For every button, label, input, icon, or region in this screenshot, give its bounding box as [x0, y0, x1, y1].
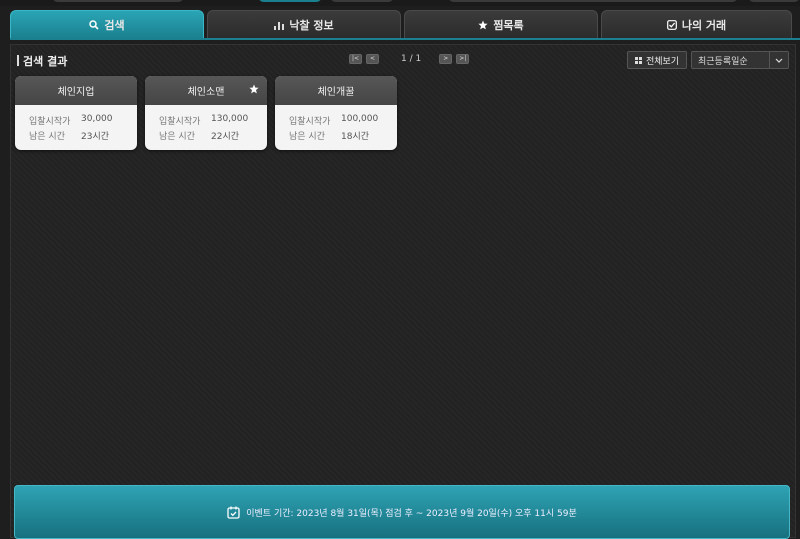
card-title: 체인지업	[57, 87, 95, 98]
search-icon	[89, 20, 99, 30]
time-left-label: 남은 시간	[29, 132, 65, 142]
card-title: 체인개꿀	[317, 87, 355, 98]
card-header: 체인개꿀	[275, 76, 397, 105]
card-header: 체인소맨	[145, 76, 267, 105]
star-icon[interactable]	[249, 84, 259, 97]
top-field-edge[interactable]	[448, 0, 738, 2]
sort-selected-value: 최근등록일순	[698, 57, 748, 67]
card-header: 체인지업	[15, 76, 137, 105]
start-bid-label: 입찰시작가	[29, 117, 71, 127]
last-page-button[interactable]: >|	[456, 54, 470, 64]
tab-my-trades-label: 나의 거래	[681, 19, 727, 32]
grid-icon	[634, 56, 642, 64]
event-period-text: 이벤트 기간: 2023년 8월 31일(목) 점검 후 ~ 2023년 9월 …	[246, 508, 577, 519]
sort-select[interactable]: 최근등록일순	[691, 51, 789, 69]
pagination: |< < 1 / 1 > >|	[349, 53, 473, 65]
next-page-button[interactable]: >	[439, 54, 453, 64]
auction-card[interactable]: 체인소맨 입찰시작가 130,000 남은 시간 22시간	[145, 76, 267, 150]
auction-card[interactable]: 체인개꿀 입찰시작가 100,000 남은 시간 18시간	[275, 76, 397, 150]
time-left-value: 23시간	[81, 132, 110, 142]
top-search-field-edge[interactable]	[52, 0, 184, 2]
start-bid-value: 30,000	[81, 114, 113, 124]
auction-card[interactable]: 체인지업 입찰시작가 30,000 남은 시간 23시간	[15, 76, 137, 150]
tab-wishlist-label: 찜목록	[493, 19, 524, 32]
time-left-label: 남은 시간	[289, 132, 325, 142]
prev-page-button[interactable]: <	[366, 54, 379, 64]
tab-bar: 검색 낙찰 정보 찜목록 나의 거래	[10, 10, 800, 40]
top-search-button-edge[interactable]	[258, 0, 322, 2]
card-title: 체인소맨	[187, 87, 225, 98]
start-bid-label: 입찰시작가	[159, 117, 201, 127]
calendar-check-icon	[227, 506, 240, 519]
first-page-button[interactable]: |<	[349, 54, 362, 64]
start-bid-value: 100,000	[341, 114, 379, 124]
start-bid-label: 입찰시작가	[289, 117, 331, 127]
title-bar-marker	[17, 55, 19, 66]
start-bid-value: 130,000	[211, 114, 249, 124]
event-banner: 이벤트 기간: 2023년 8월 31일(목) 점검 후 ~ 2023년 9월 …	[14, 485, 790, 539]
tab-my-trades[interactable]: 나의 거래	[601, 10, 792, 39]
top-strip	[0, 0, 800, 6]
time-left-label: 남은 시간	[159, 132, 195, 142]
top-button-edge[interactable]	[330, 0, 394, 2]
time-left-value: 18시간	[341, 132, 370, 142]
view-all-label: 전체보기	[645, 56, 680, 67]
view-all-button[interactable]: 전체보기	[627, 51, 687, 69]
time-left-value: 22시간	[211, 132, 240, 142]
bar-chart-icon	[274, 21, 285, 30]
panel-title: 검색 결과	[17, 53, 67, 69]
tab-search[interactable]: 검색	[10, 10, 204, 39]
top-button-edge-right[interactable]	[748, 0, 800, 2]
tab-search-label: 검색	[104, 19, 125, 32]
tab-underline	[10, 38, 800, 40]
star-icon	[478, 20, 488, 30]
tab-auction-results[interactable]: 낙찰 정보	[207, 10, 401, 39]
panel-title-text: 검색 결과	[23, 55, 68, 68]
tab-wishlist[interactable]: 찜목록	[404, 10, 598, 39]
chevron-down-icon	[769, 52, 788, 68]
page-indicator: 1 / 1	[401, 54, 422, 64]
search-results-panel: 검색 결과 |< < 1 / 1 > >| 전체보기 최근등록일순 체인지업 입…	[10, 44, 796, 538]
tab-auction-results-label: 낙찰 정보	[289, 19, 334, 32]
checkbox-icon	[666, 20, 677, 30]
